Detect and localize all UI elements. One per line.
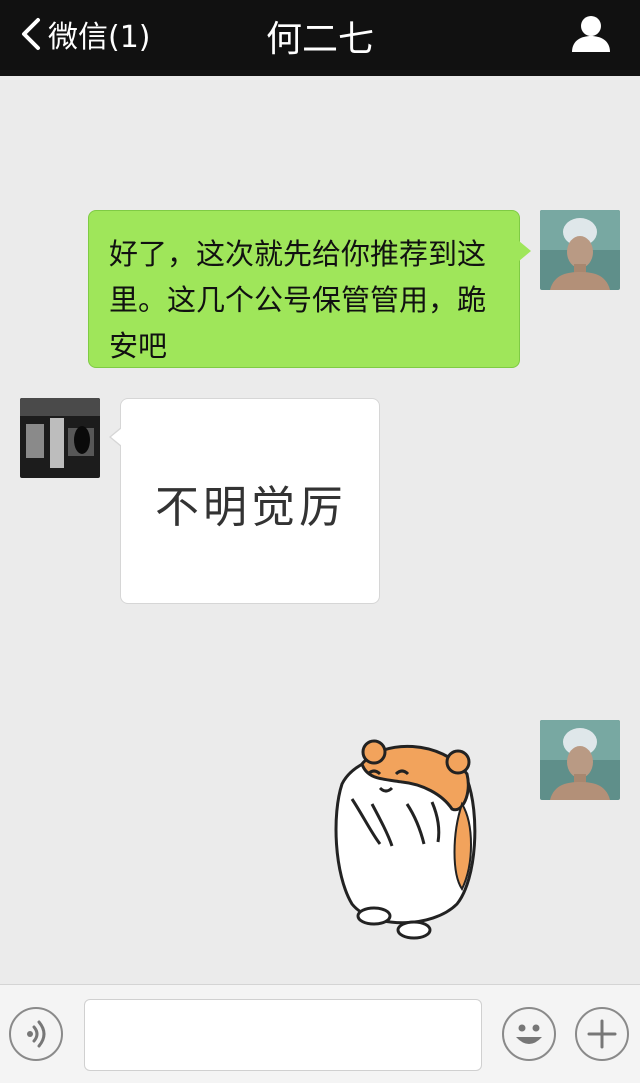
avatar-image — [540, 720, 620, 800]
hamster-sticker-image — [334, 739, 477, 940]
image-caption-text: 不明觉厉 — [155, 482, 347, 533]
profile-button[interactable] — [570, 14, 612, 54]
avatar-image — [540, 210, 620, 290]
contact-avatar[interactable] — [20, 398, 100, 478]
received-image-bubble[interactable]: 不明觉厉 — [109, 398, 380, 604]
chat-title: 何二七 — [265, 19, 374, 60]
top-bar: 微信(1) 何二七 — [0, 0, 640, 76]
message-input[interactable] — [84, 999, 482, 1071]
voice-icon — [27, 1020, 46, 1048]
person-icon — [572, 16, 610, 52]
my-avatar[interactable] — [540, 210, 620, 290]
my-avatar[interactable] — [540, 720, 620, 800]
sent-message-bubble[interactable]: 好了，这次就先给你推荐到这里。这几个公号保管管用，跪安吧 — [88, 210, 531, 368]
chat-area[interactable]: 好了，这次就先给你推荐到这里。这几个公号保管管用，跪安吧 不明觉厉 — [0, 76, 640, 984]
emoji-icon — [516, 1024, 542, 1044]
message-text: 好了，这次就先给你推荐到这里。这几个公号保管管用，跪安吧 — [109, 237, 487, 363]
emoji-button[interactable] — [502, 1007, 556, 1061]
voice-button[interactable] — [9, 1007, 63, 1061]
input-bar — [0, 984, 640, 1083]
more-button[interactable] — [575, 1007, 629, 1061]
hamster-sticker[interactable] — [322, 724, 482, 944]
avatar-image — [20, 398, 100, 478]
plus-icon — [587, 1019, 617, 1049]
